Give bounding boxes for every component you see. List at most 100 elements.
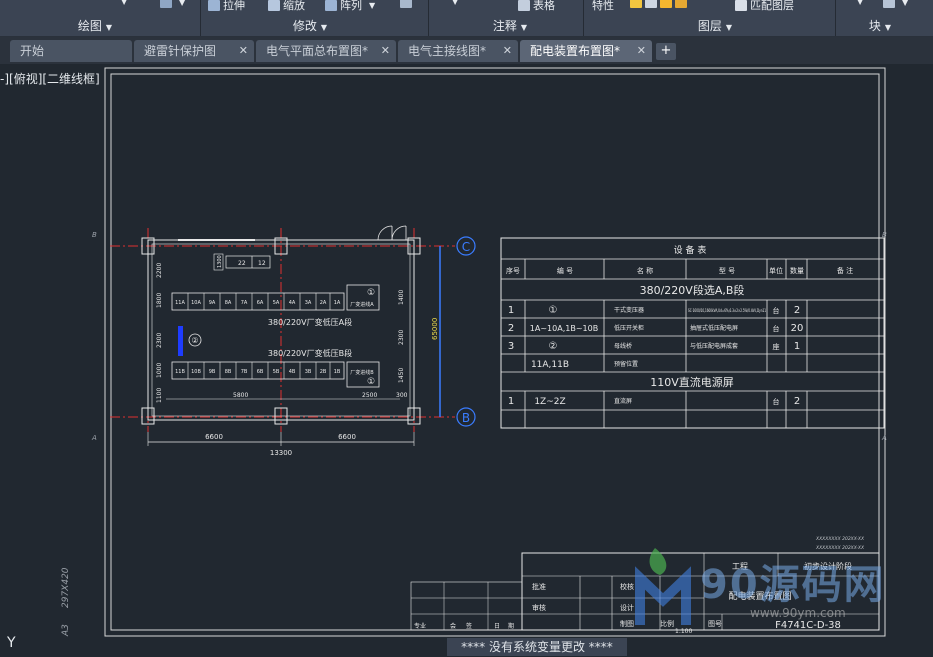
frame-outer <box>104 67 886 637</box>
cabinet-row-a: 11A 10A 9A 8A 7A 6A 5A 4A 3A 2A 1A <box>171 292 345 311</box>
dim-text: 6600 <box>338 433 356 441</box>
dim-text: 12 <box>258 260 266 267</box>
title-role: 制图 <box>620 619 634 628</box>
cabinet-label: 7A <box>241 300 248 306</box>
autocad-window: ▼ ▼ 拉伸 缩放 阵列 ▼ ▼ 表格 特性 匹配图层 ▼ ▼ 绘图 ▼ 修改 … <box>0 0 933 657</box>
cabinet-label: 5A <box>273 300 280 306</box>
title-role: 比例 <box>660 619 674 628</box>
table-header: 型 号 <box>719 266 735 275</box>
watermark-brand: 90源码网 <box>700 562 886 608</box>
cabinet-label: 7B <box>241 369 248 375</box>
dim-text: 1300 <box>217 255 223 268</box>
table-cell: SC-1600/10,1600kVA,Ud=6%,6.3±2×2.5%/0.4k… <box>688 308 766 313</box>
table-cell: 1Z~2Z <box>534 397 565 407</box>
table-cell: 台 <box>773 397 780 406</box>
table-cell: 3 <box>508 341 514 352</box>
table-cell: 干式变压器 <box>614 306 644 314</box>
table-cell: 台 <box>773 324 780 333</box>
title-role: 图号 <box>708 620 722 628</box>
bus-bridge-mark: ② <box>191 336 198 345</box>
frame-size-text: A3 <box>61 624 71 637</box>
table-header: 序号 <box>506 266 520 275</box>
cabinet-label: 11B <box>175 369 185 375</box>
cabinet-label: 2B <box>320 369 327 375</box>
title-note: XXXXXXXX 202XX-XX <box>815 536 865 542</box>
axis-label-c: C <box>462 240 470 254</box>
cabinet-label: 3B <box>305 369 312 375</box>
sign-label: 签 <box>466 622 472 630</box>
bus-a-label: 380/220V厂变低压A段 <box>268 317 352 327</box>
ucs-icon: Y <box>7 635 16 651</box>
cabinet-label: 11A <box>175 300 185 306</box>
bus-bridge <box>178 326 183 356</box>
cabinet-label: 1A <box>334 300 341 306</box>
incoming-a-label: 厂变进线A <box>350 301 374 308</box>
table-cell: 与低压配电屏成套 <box>690 342 738 350</box>
sign-label: 专业 <box>414 622 426 630</box>
dim-text: 1100 <box>156 388 163 403</box>
cabinet-label: 9A <box>209 300 216 306</box>
table-cell: 直流屏 <box>614 397 632 405</box>
incoming-b-label: 厂变进线B <box>350 369 374 376</box>
table-header: 备 注 <box>837 266 853 275</box>
dim-text: 2300 <box>398 330 405 345</box>
cabinet-label: 9B <box>209 369 216 375</box>
dim-text: 2200 <box>156 263 163 278</box>
equipment-table: 设 备 表 序号 编 号 名 称 型 号 单位 数量 备 注 380/220V段… <box>500 237 885 429</box>
title-scale: 1:100 <box>675 628 692 635</box>
cabinet-label: 10A <box>191 300 201 306</box>
title-role: 设计 <box>620 603 634 612</box>
frame-mark: B <box>92 231 97 239</box>
cabinet-label: 2A <box>320 300 327 306</box>
cabinet-label: 4B <box>289 369 296 375</box>
table-cell: 1A~10A,1B~10B <box>530 324 598 333</box>
table-cell: 台 <box>773 306 780 315</box>
table-cell: 座 <box>773 342 780 351</box>
watermark-logo-icon <box>635 566 691 625</box>
title-role: 批准 <box>532 582 546 591</box>
title-role: 审核 <box>532 603 546 612</box>
watermark-leaf-icon <box>649 548 667 575</box>
table-header: 名 称 <box>637 266 653 275</box>
watermark-site: www.90ym.com <box>750 606 846 620</box>
table-section: 380/220V段选A,B段 <box>640 283 745 297</box>
cabinet-label: 6B <box>257 369 264 375</box>
dim-text: 2500 <box>362 392 377 399</box>
table-cell: 预留位置 <box>614 360 638 368</box>
sign-label: 日 <box>494 623 500 630</box>
cabinet-label: 6A <box>257 300 264 306</box>
table-cell: 1 <box>508 305 514 316</box>
table-cell: 1 <box>508 396 514 407</box>
cabinet-label: 8B <box>225 369 232 375</box>
sign-label: 会 <box>450 622 456 630</box>
transformer-mark: ① <box>367 377 375 387</box>
command-status: **** 没有系统变量更改 **** <box>447 638 627 656</box>
table-cell: 2 <box>508 323 514 334</box>
cabinet-label: 3A <box>305 300 312 306</box>
title-drawing-no: F4741C-D-38 <box>775 620 841 631</box>
table-cell: 2 <box>794 396 800 407</box>
axis-label-b: B <box>462 411 470 425</box>
cabinet-row-b: 11B 10B 9B 8B 7B 6B 5B 4B 3B 2B 1B <box>171 361 345 380</box>
dim-text: 1000 <box>156 363 163 378</box>
dim-text: 1400 <box>398 290 405 305</box>
table-header: 单位 <box>769 266 783 275</box>
table-header: 编 号 <box>557 266 573 275</box>
cabinet-label: 8A <box>225 300 232 306</box>
frame-mark: A <box>881 434 887 442</box>
dim-text: 300 <box>396 392 408 399</box>
title-role: 校核 <box>620 582 634 591</box>
frame-inner <box>110 73 880 631</box>
dim-text: 13300 <box>270 449 292 457</box>
table-cell: 1 <box>794 341 800 352</box>
table-cell: 20 <box>791 323 804 334</box>
table-cell: ② <box>549 341 558 352</box>
cabinet-label: 5B <box>273 369 280 375</box>
cabinet-label: 1B <box>334 369 341 375</box>
dim-text: 22 <box>238 260 246 267</box>
dim-text: 1800 <box>156 293 163 308</box>
frame-mark: A <box>91 434 97 442</box>
door <box>377 225 407 241</box>
dim-text: 1450 <box>398 368 405 383</box>
dim-text: 5800 <box>233 392 248 399</box>
